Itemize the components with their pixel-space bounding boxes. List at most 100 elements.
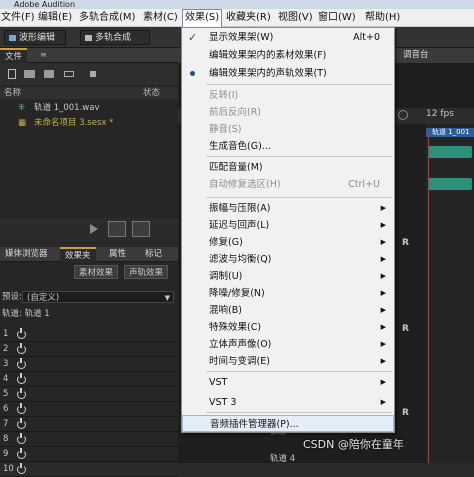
clip-effects-button[interactable]: 素材效果 (74, 265, 119, 279)
record-arm-button[interactable]: R (402, 408, 409, 418)
power-icon[interactable] (17, 418, 26, 429)
panel-menu-icon[interactable]: ≡ (40, 50, 47, 59)
multitrack-button[interactable]: 多轨合成 (80, 30, 150, 45)
menu-item[interactable]: 反转(I) (182, 87, 394, 104)
menu-item[interactable]: 编辑效果架内的声轨效果(T) (182, 65, 394, 82)
menu-item-label: 前后反向(R) (209, 107, 262, 118)
preset-row: 预设: (自定义) ▼ (0, 290, 178, 304)
tab-mixer[interactable]: 调音台 (398, 48, 434, 63)
menu-multitrack[interactable]: 多轨合成(M) (79, 9, 135, 27)
clip-header[interactable]: 轨道 1_001 (426, 128, 474, 137)
volume-icon[interactable] (132, 221, 150, 237)
playhead[interactable] (428, 134, 429, 463)
power-icon[interactable] (17, 343, 26, 354)
menu-item-label: 编辑效果架内的素材效果(F) (209, 50, 327, 61)
menu-item[interactable]: 振幅与压限(A) ▶ (182, 200, 394, 217)
power-icon[interactable] (17, 433, 26, 444)
menu-item[interactable]: 生成音色(G)... (182, 138, 394, 155)
menu-item[interactable]: 编辑效果架内的素材效果(F) (182, 47, 394, 64)
menu-item-label: 时间与变调(E) (209, 356, 270, 367)
menu-item[interactable]: 前后反向(R) (182, 104, 394, 121)
tab-properties[interactable]: 属性 (104, 247, 131, 262)
chevron-down-icon: ▼ (164, 294, 170, 302)
menu-item[interactable]: 时间与变调(E) ▶ (182, 353, 394, 370)
menu-item[interactable]: 显示效果架(W) Alt+0 ✓ (182, 29, 394, 46)
effects-mode-row: 素材效果 声轨效果 (0, 264, 178, 280)
menu-item[interactable]: 滤波与均衡(Q) ▶ (182, 251, 394, 268)
effect-slot[interactable]: 3 (0, 357, 178, 372)
files-header: 名称 状态 (0, 87, 178, 99)
effect-slot[interactable]: 9 (0, 447, 178, 462)
menu-item[interactable]: 延迟与回声(L) ▶ (182, 217, 394, 234)
menu-item-label: 振幅与压限(A) (209, 203, 271, 214)
power-icon[interactable] (17, 388, 26, 399)
power-icon[interactable] (17, 328, 26, 339)
file-row[interactable]: ▦ 未命名项目 3.sesx * (0, 117, 178, 129)
menu-item-label: 编辑效果架内的声轨效果(T) (209, 68, 327, 79)
effects-tab-row: 媒体浏览器 效果夹 属性 标记 (0, 247, 178, 262)
menu-view[interactable]: 视图(V) (278, 9, 313, 27)
tab-media-browser[interactable]: 媒体浏览器 (0, 247, 53, 262)
tab-effects-rack[interactable]: 效果夹 (60, 247, 96, 262)
menu-effects[interactable]: 效果(S) (182, 9, 223, 27)
effect-slot[interactable]: 7 (0, 417, 178, 432)
effect-slot[interactable]: 4 (0, 372, 178, 387)
menu-item[interactable]: 自动修复选区(H) Ctrl+U (182, 176, 394, 193)
insert-icon[interactable] (64, 71, 74, 77)
menu-item[interactable]: 立体声声像(O) ▶ (182, 336, 394, 353)
menu-item[interactable]: 音频插件管理器(P)... (182, 415, 394, 432)
menu-item[interactable]: 静音(S) (182, 121, 394, 138)
slot-number: 5 (3, 389, 9, 399)
session-file-icon: ▦ (18, 118, 27, 128)
effect-slot[interactable]: 8 (0, 432, 178, 447)
new-file-icon[interactable] (8, 69, 16, 79)
close-file-icon[interactable] (90, 71, 96, 77)
track-effects-button[interactable]: 声轨效果 (124, 265, 169, 279)
menu-item[interactable]: 匹配音量(M) (182, 159, 394, 176)
menu-edit[interactable]: 编辑(E) (38, 9, 72, 27)
multitrack-icon (85, 35, 92, 41)
menu-clip[interactable]: 素材(C) (143, 9, 178, 27)
power-icon[interactable] (17, 403, 26, 414)
menu-item[interactable]: 修复(G) ▶ (182, 234, 394, 251)
power-icon[interactable] (17, 373, 26, 384)
effect-slot[interactable]: 2 (0, 342, 178, 357)
tab-files[interactable]: 文件 (0, 48, 28, 63)
menu-help[interactable]: 帮助(H) (365, 9, 400, 27)
column-name[interactable]: 名称 (4, 87, 21, 99)
record-arm-button[interactable]: R (402, 324, 409, 334)
effect-slot[interactable]: 10 (0, 462, 178, 477)
effect-slot[interactable]: 6 (0, 402, 178, 417)
headphones-icon[interactable] (398, 110, 408, 120)
menu-item[interactable]: 混响(B) ▶ (182, 302, 394, 319)
power-icon[interactable] (17, 448, 26, 459)
loop-icon[interactable] (108, 221, 126, 237)
menu-item[interactable]: 降噪/修复(N) ▶ (182, 285, 394, 302)
menu-item[interactable]: VST ▶ (182, 374, 394, 391)
power-icon[interactable] (17, 358, 26, 369)
menu-item[interactable]: 特殊效果(C) ▶ (182, 319, 394, 336)
effect-slot[interactable]: 1 (0, 327, 178, 342)
window-title-bar: Adobe Audition (0, 0, 474, 9)
file-row[interactable]: ⁜ 轨道 1_001.wav (0, 102, 178, 114)
record-arm-button[interactable]: R (402, 238, 409, 248)
open-folder-icon[interactable] (24, 70, 35, 78)
slot-number: 3 (3, 359, 9, 369)
effect-slot[interactable]: 5 (0, 387, 178, 402)
preset-select[interactable]: (自定义) ▼ (22, 291, 174, 303)
column-status[interactable]: 状态 (143, 87, 160, 99)
menu-window[interactable]: 窗口(W) (318, 9, 356, 27)
tab-markers[interactable]: 标记 (140, 247, 167, 262)
menu-separator (206, 412, 392, 413)
menu-item-label: 反转(I) (209, 90, 239, 101)
power-icon[interactable] (17, 463, 26, 474)
play-icon[interactable] (90, 224, 98, 234)
menu-item-label: 静音(S) (209, 124, 242, 135)
waveform-button[interactable]: 波形编辑 (4, 30, 66, 45)
menu-favorites[interactable]: 收藏夹(R) (226, 9, 271, 27)
menu-item[interactable]: VST 3 ▶ (182, 394, 394, 411)
menu-file[interactable]: 文件(F) (1, 9, 35, 27)
submenu-arrow-icon: ▶ (380, 289, 386, 297)
import-icon[interactable] (44, 70, 54, 78)
menu-item[interactable]: 调制(U) ▶ (182, 268, 394, 285)
